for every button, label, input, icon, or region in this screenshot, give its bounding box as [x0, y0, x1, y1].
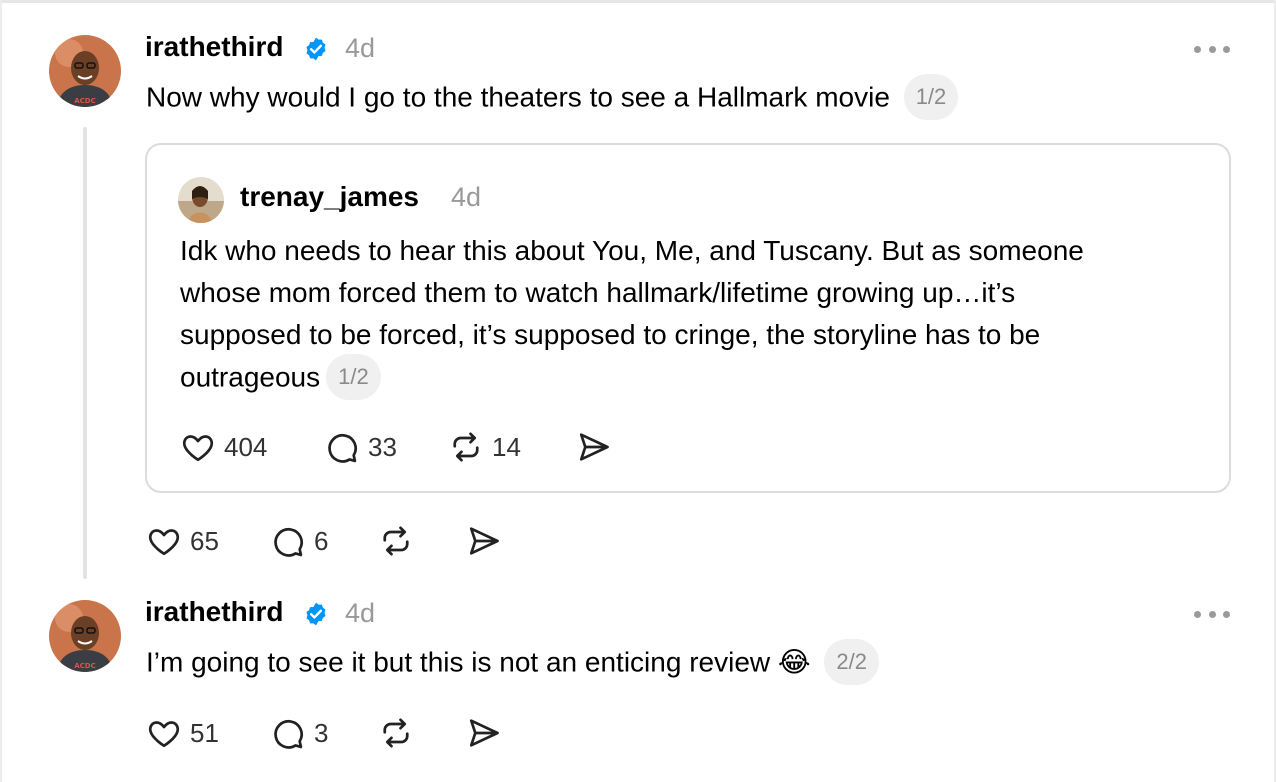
post-body: Now why would I go to the theaters to se… [146, 81, 890, 113]
like-count: 404 [224, 431, 268, 462]
like-count: 65 [190, 525, 219, 556]
repost-button[interactable] [378, 713, 466, 753]
avatar-photo: ACDC [49, 600, 121, 672]
repost-button[interactable] [378, 521, 466, 561]
thread-index-pill[interactable]: 1/2 [903, 74, 959, 120]
heart-icon [148, 529, 180, 556]
quoted-text-line: Idk who needs to hear this about You, Me… [180, 235, 1084, 266]
quoted-time: 4d [451, 182, 482, 212]
reply-count: 3 [314, 717, 329, 748]
post-action-bar: 65 6 [146, 521, 502, 561]
post-username[interactable]: irathethird [145, 596, 283, 628]
share-button[interactable] [466, 713, 502, 753]
like-button[interactable]: 65 [146, 521, 270, 561]
repost-icon [453, 432, 479, 462]
author-avatar[interactable]: ACDC [49, 35, 121, 107]
send-icon [579, 433, 609, 461]
repost-button[interactable]: 14 [448, 427, 576, 467]
repost-count: 14 [492, 431, 521, 462]
avatar-photo: ACDC [49, 35, 121, 107]
repost-icon [383, 718, 409, 748]
quoted-action-bar: 404 33 14 [180, 427, 612, 467]
post-text: Now why would I go to the theaters to se… [146, 74, 959, 122]
comment-icon [328, 434, 357, 463]
quoted-username[interactable]: trenay_james [240, 181, 419, 213]
post-action-bar: 51 3 [146, 713, 502, 753]
repost-icon [383, 526, 409, 556]
comment-icon [274, 528, 303, 557]
more-options-icon[interactable] [1194, 43, 1230, 55]
like-button[interactable]: 51 [146, 713, 270, 753]
quoted-text-line-last: outrageous 1/2 [180, 354, 1200, 400]
reply-button[interactable]: 33 [324, 427, 448, 467]
reply-count: 6 [314, 525, 329, 556]
window-top-border [0, 0, 1276, 3]
reply-button[interactable]: 6 [270, 521, 378, 561]
avatar-photo [178, 177, 224, 223]
quoted-text-line: supposed to be forced, it’s supposed to … [180, 319, 1041, 350]
thread-index-pill[interactable]: 1/2 [326, 354, 381, 400]
send-icon [469, 719, 499, 747]
send-icon [469, 527, 499, 555]
svg-text:ACDC: ACDC [74, 662, 96, 670]
post-time: 4d [345, 33, 376, 63]
thread-index-pill[interactable]: 2/2 [824, 639, 879, 685]
reply-button[interactable]: 3 [270, 713, 378, 753]
reply-count: 33 [368, 431, 397, 462]
quoted-text-line: whose mom forced them to watch hallmark/… [180, 277, 1016, 308]
heart-icon [148, 721, 180, 748]
author-avatar[interactable]: ACDC [49, 600, 121, 672]
svg-text:ACDC: ACDC [74, 97, 96, 105]
post-body: I’m going to see it but this is not an e… [146, 646, 811, 678]
post-username[interactable]: irathethird [145, 31, 283, 63]
more-options-icon[interactable] [1194, 608, 1230, 620]
quoted-post-text: Idk who needs to hear this about You, Me… [180, 230, 1200, 400]
post-text: I’m going to see it but this is not an e… [146, 639, 879, 687]
like-button[interactable]: 404 [180, 427, 324, 467]
share-button[interactable] [466, 521, 502, 561]
verified-badge-icon [306, 602, 326, 626]
heart-icon [182, 435, 214, 462]
verified-badge-icon [306, 37, 326, 61]
like-count: 51 [190, 717, 219, 748]
post-time: 4d [345, 598, 376, 628]
thread-connector-line [83, 127, 87, 579]
comment-icon [274, 720, 303, 749]
quoted-author-avatar[interactable] [178, 177, 224, 223]
window-left-border [0, 0, 2, 782]
quoted-text-line: outrageous [180, 361, 321, 393]
share-button[interactable] [576, 427, 612, 467]
